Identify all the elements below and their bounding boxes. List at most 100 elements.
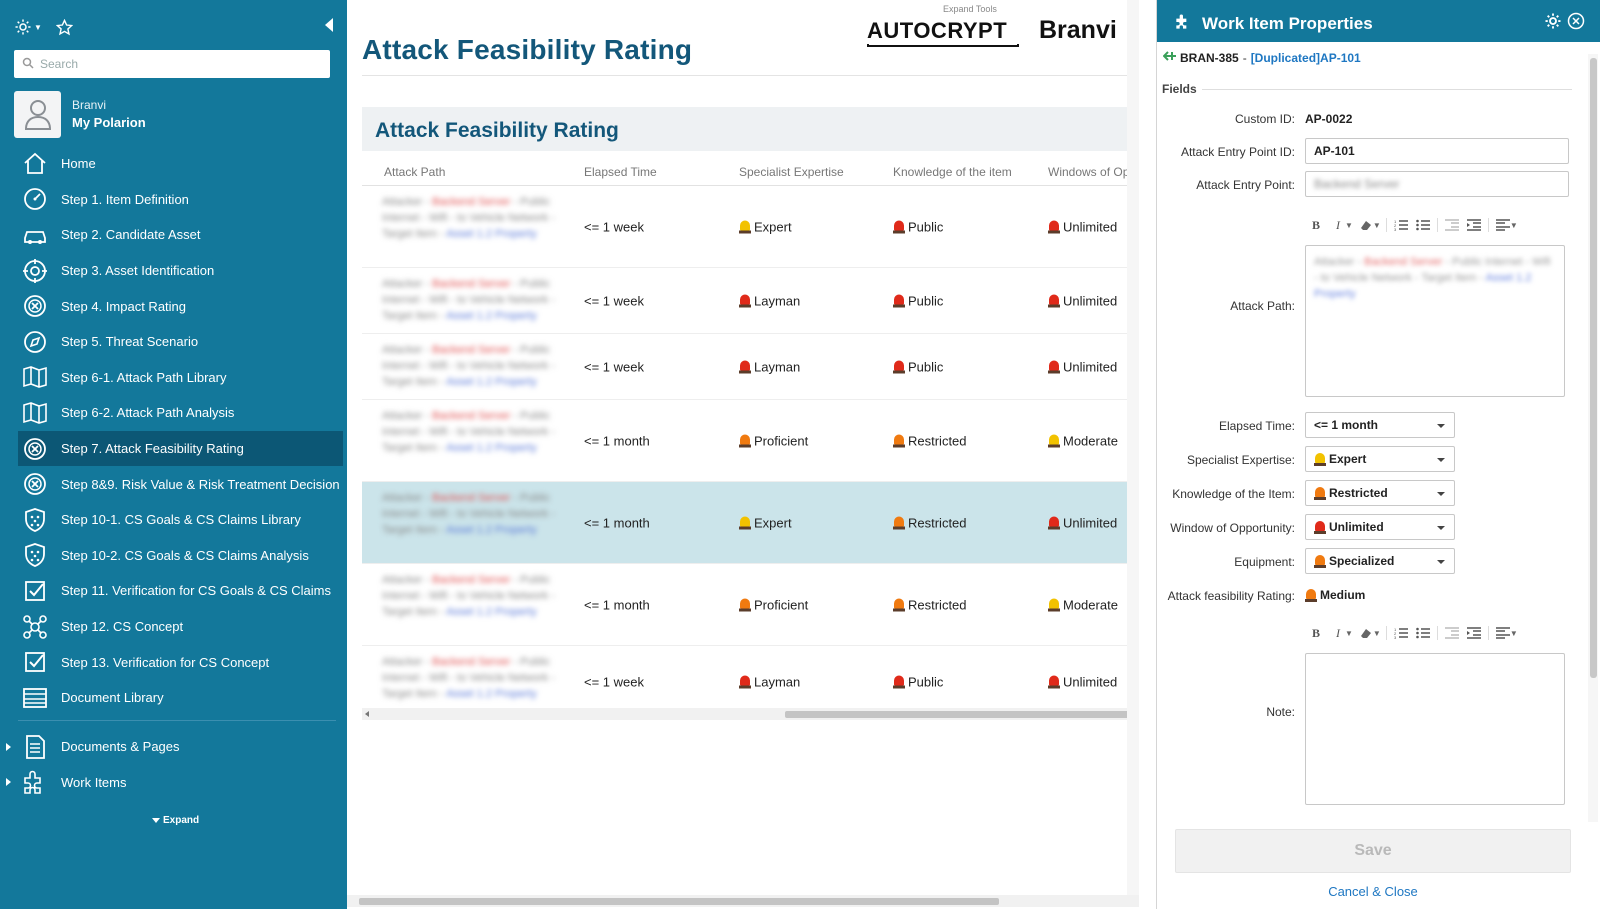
user-profile[interactable]: Branvi My Polarion: [14, 90, 146, 138]
window-cell[interactable]: Unlimited: [1048, 219, 1117, 234]
elapsed-time-cell[interactable]: <= 1 week: [584, 293, 644, 308]
chevron-down-icon[interactable]: ▼: [1345, 221, 1353, 230]
elapsed-time-select[interactable]: <= 1 month: [1305, 412, 1455, 438]
knowledge-cell[interactable]: Public: [893, 219, 943, 234]
knowledge-cell[interactable]: Public: [893, 674, 943, 689]
window-cell[interactable]: Unlimited: [1048, 515, 1117, 530]
sidebar-group-documents-pages[interactable]: Documents & Pages: [6, 729, 336, 765]
table-row[interactable]: Attacker - Backend Server - Public Inter…: [362, 482, 1129, 564]
expertise-cell[interactable]: Expert: [739, 219, 792, 234]
chevron-right-icon[interactable]: [6, 778, 11, 787]
table-row[interactable]: Attacker - Backend Server - Public Inter…: [362, 268, 1129, 334]
table-horizontal-scrollbar[interactable]: [362, 708, 1129, 720]
expertise-cell[interactable]: Layman: [739, 293, 800, 308]
attack-path-cell[interactable]: Attacker - Backend Server - Public Inter…: [382, 276, 567, 324]
column-header-attack-path[interactable]: Attack Path: [384, 165, 445, 179]
table-row[interactable]: Attacker - Backend Server - Public Inter…: [362, 334, 1129, 400]
elapsed-time-cell[interactable]: <= 1 week: [584, 674, 644, 689]
window-of-opportunity-select[interactable]: Unlimited: [1305, 514, 1455, 540]
search-box[interactable]: [14, 50, 330, 78]
sidebar-item-home[interactable]: Home: [18, 146, 343, 182]
gear-icon[interactable]: [14, 18, 32, 36]
sidebar-item-step-7-attack-feasibility-rating[interactable]: Step 7. Attack Feasibility Rating: [18, 430, 343, 467]
window-cell[interactable]: Unlimited: [1048, 359, 1117, 374]
knowledge-cell[interactable]: Restricted: [893, 433, 967, 448]
expertise-cell[interactable]: Expert: [739, 515, 792, 530]
elapsed-time-cell[interactable]: <= 1 month: [584, 433, 650, 448]
column-header-knowledge[interactable]: Knowledge of the item: [893, 165, 1012, 179]
indent-icon[interactable]: [1463, 214, 1485, 236]
attack-path-cell[interactable]: Attacker - Backend Server - Public Inter…: [382, 408, 567, 456]
scroll-left-icon[interactable]: [365, 711, 369, 717]
bullet-list-icon[interactable]: [1412, 214, 1434, 236]
sidebar-item-step-13-verification-for-cs-concept[interactable]: Step 13. Verification for CS Concept: [18, 644, 343, 680]
panel-scrollbar[interactable]: [1588, 54, 1598, 822]
scrollbar-thumb[interactable]: [1590, 58, 1597, 678]
bold-button[interactable]: B: [1305, 214, 1327, 236]
window-cell[interactable]: Moderate: [1048, 433, 1118, 448]
specialist-expertise-select[interactable]: Expert: [1305, 446, 1455, 472]
expertise-cell[interactable]: Proficient: [739, 597, 808, 612]
knowledge-cell[interactable]: Restricted: [893, 515, 967, 530]
equipment-select[interactable]: Specialized: [1305, 548, 1455, 574]
project-name[interactable]: My Polarion: [72, 114, 146, 132]
window-cell[interactable]: Moderate: [1048, 597, 1118, 612]
attack-path-cell[interactable]: Attacker - Backend Server - Public Inter…: [382, 194, 567, 242]
main-vertical-scrollbar[interactable]: [1127, 0, 1139, 895]
sidebar-item-step-12-cs-concept[interactable]: Step 12. CS Concept: [18, 609, 343, 645]
sidebar-item-step-11-verification-for-cs-goals-cs-claims[interactable]: Step 11. Verification for CS Goals & CS …: [18, 573, 343, 609]
sidebar-item-step-1-item-definition[interactable]: Step 1. Item Definition: [18, 182, 343, 218]
column-header-specialist-expertise[interactable]: Specialist Expertise: [739, 165, 844, 179]
scrollbar-thumb[interactable]: [359, 898, 999, 905]
attack-path-cell[interactable]: Attacker - Backend Server - Public Inter…: [382, 654, 567, 702]
cancel-close-text[interactable]: Cancel & Close: [1328, 884, 1418, 899]
attack-path-cell[interactable]: Attacker - Backend Server - Public Inter…: [382, 572, 567, 620]
expertise-cell[interactable]: Layman: [739, 359, 800, 374]
sidebar-item-step-10-2-cs-goals-cs-claims-analysis[interactable]: Step 10-2. CS Goals & CS Claims Analysis: [18, 538, 343, 574]
main-horizontal-scrollbar[interactable]: [347, 895, 1139, 907]
close-icon[interactable]: [1567, 12, 1585, 33]
numbered-list-icon[interactable]: 123: [1390, 622, 1412, 644]
sidebar-item-document-library[interactable]: Document Library: [18, 680, 343, 716]
sidebar-group-work-items[interactable]: Work Items: [6, 765, 336, 801]
sidebar-item-step-2-candidate-asset[interactable]: Step 2. Candidate Asset: [18, 217, 343, 253]
elapsed-time-cell[interactable]: <= 1 month: [584, 597, 650, 612]
sidebar-item-step-6-2-attack-path-analysis[interactable]: Step 6-2. Attack Path Analysis: [18, 395, 343, 431]
outdent-icon[interactable]: [1441, 214, 1463, 236]
elapsed-time-cell[interactable]: <= 1 week: [584, 359, 644, 374]
elapsed-time-cell[interactable]: <= 1 week: [584, 219, 644, 234]
note-editor[interactable]: [1305, 653, 1565, 805]
star-icon[interactable]: [55, 18, 73, 36]
attack-path-editor[interactable]: Attacker - Backend Server - Public Inter…: [1305, 245, 1565, 397]
table-row[interactable]: Attacker - Backend Server - Public Inter…: [362, 400, 1129, 482]
expertise-cell[interactable]: Layman: [739, 674, 800, 689]
sidebar-item-step-10-1-cs-goals-cs-claims-library[interactable]: Step 10-1. CS Goals & CS Claims Library: [18, 502, 343, 538]
bullet-list-icon[interactable]: [1412, 622, 1434, 644]
collapse-sidebar-icon[interactable]: [325, 18, 333, 32]
chevron-down-icon[interactable]: ▼: [1345, 629, 1353, 638]
chevron-down-icon[interactable]: ▼: [34, 23, 42, 32]
column-header-elapsed-time[interactable]: Elapsed Time: [584, 165, 657, 179]
expertise-cell[interactable]: Proficient: [739, 433, 808, 448]
save-button[interactable]: Save: [1175, 829, 1571, 873]
sidebar-item-step-8-9-risk-value-risk-treatment-decision[interactable]: Step 8&9. Risk Value & Risk Treatment De…: [18, 466, 343, 502]
knowledge-cell[interactable]: Public: [893, 359, 943, 374]
indent-icon[interactable]: [1463, 622, 1485, 644]
knowledge-cell[interactable]: Public: [893, 293, 943, 308]
chevron-right-icon[interactable]: [6, 742, 11, 751]
table-row[interactable]: Attacker - Backend Server - Public Inter…: [362, 186, 1129, 268]
chevron-down-icon[interactable]: ▼: [1510, 629, 1518, 638]
attack-path-cell[interactable]: Attacker - Backend Server - Public Inter…: [382, 342, 567, 390]
column-header-window[interactable]: Windows of Op: [1048, 165, 1129, 179]
numbered-list-icon[interactable]: 123: [1390, 214, 1412, 236]
expand-button[interactable]: Expand: [152, 815, 199, 826]
sidebar-item-step-5-threat-scenario[interactable]: Step 5. Threat Scenario: [18, 324, 343, 360]
table-row[interactable]: Attacker - Backend Server - Public Inter…: [362, 564, 1129, 646]
gear-icon[interactable]: [1544, 12, 1562, 33]
chevron-down-icon[interactable]: ▼: [1373, 221, 1381, 230]
search-input[interactable]: [40, 57, 310, 71]
sidebar-item-step-4-impact-rating[interactable]: Step 4. Impact Rating: [18, 288, 343, 324]
knowledge-select[interactable]: Restricted: [1305, 480, 1455, 506]
sidebar-item-step-6-1-attack-path-library[interactable]: Step 6-1. Attack Path Library: [18, 360, 343, 396]
window-cell[interactable]: Unlimited: [1048, 674, 1117, 689]
